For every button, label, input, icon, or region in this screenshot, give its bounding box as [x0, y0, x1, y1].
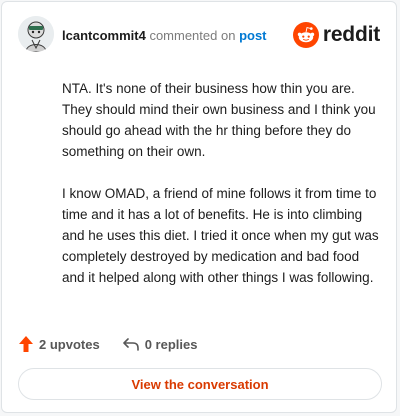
upvote-stat[interactable]: 2 upvotes	[18, 335, 100, 353]
byline: lcantcommit4 commented on post	[62, 28, 267, 44]
comment-paragraph: NTA. It's none of their business how thi…	[62, 81, 376, 159]
username-link[interactable]: lcantcommit4	[62, 28, 146, 43]
avatar-image	[18, 16, 54, 52]
action-text: commented on	[149, 28, 236, 43]
post-link[interactable]: post	[239, 28, 266, 43]
reply-stat[interactable]: 0 replies	[122, 336, 198, 352]
upvote-arrow-icon	[19, 336, 33, 352]
comment-body: NTA. It's none of their business how thi…	[62, 78, 380, 309]
avatar[interactable]	[18, 16, 54, 52]
reddit-snoo-icon	[292, 22, 319, 48]
comment-stats: 2 upvotes 0 replies	[18, 334, 197, 354]
reddit-brand[interactable]: reddit	[292, 22, 380, 48]
view-conversation-button[interactable]: View the conversation	[18, 368, 382, 400]
comment-header: lcantcommit4 commented on post reddit	[18, 16, 380, 56]
reply-count: 0 replies	[144, 336, 198, 352]
reply-arrow-icon	[122, 338, 139, 351]
upvote-count: 2 upvotes	[39, 336, 100, 352]
reddit-wordmark: reddit	[322, 23, 380, 46]
comment-embed-card: lcantcommit4 commented on post reddit NT…	[1, 1, 397, 413]
comment-paragraph: I know OMAD, a friend of mine follows it…	[62, 186, 379, 285]
